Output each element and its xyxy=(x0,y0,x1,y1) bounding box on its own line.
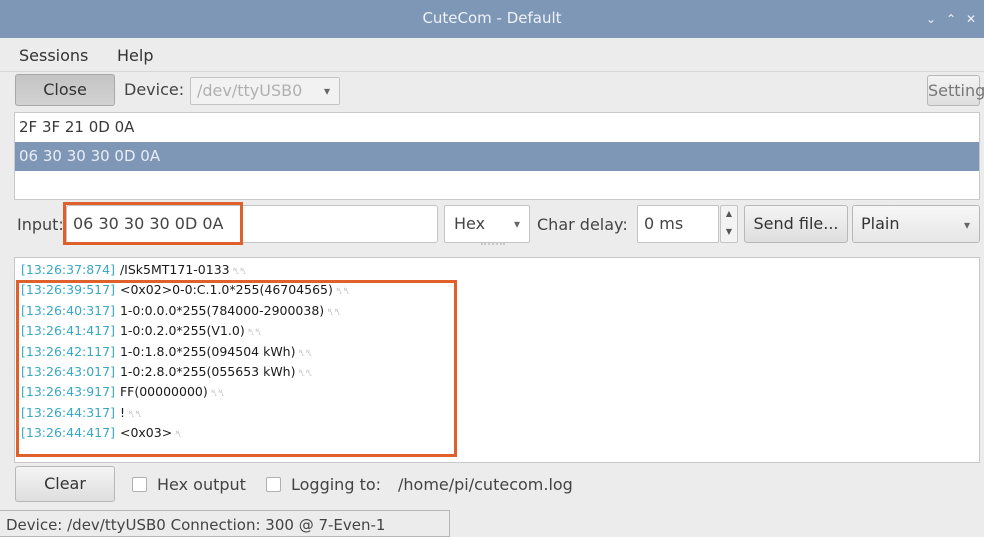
log-line: [13:26:44:317]! ␤␤ xyxy=(21,403,350,423)
log-line: [13:26:44:417] <0x03> ␤ xyxy=(21,423,350,443)
line-end-icon: ␤␤ xyxy=(232,267,248,277)
status-text: Device: /dev/ttyUSB0 Connection: 300 @ 7… xyxy=(6,516,386,534)
line-end-icon: ␤␤ xyxy=(247,328,263,339)
log-message: <0x03> xyxy=(119,425,173,441)
spin-down-icon[interactable]: ▼ xyxy=(721,224,737,242)
log-line: [13:26:43:917] FF(00000000) ␤␤ xyxy=(21,382,350,402)
log-timestamp: [13:26:43:917] xyxy=(21,384,115,400)
log-line: [13:26:39:517] <0x02>0-0:C.1.0*255(467045… xyxy=(21,280,350,300)
log-line: [13:26:41:417] 1-0:0.2.0*255(V1.0) ␤␤ xyxy=(21,321,350,341)
log-file-path: /home/pi/cutecom.log xyxy=(398,475,573,494)
device-select[interactable]: /dev/ttyUSB0 ▾ xyxy=(190,77,340,105)
chevron-down-icon: ▾ xyxy=(513,217,520,231)
format-select[interactable]: Hex ▾ xyxy=(444,205,530,243)
line-end-icon: ␤␤ xyxy=(210,389,226,400)
log-message: 1-0:1.8.0*255(094504 kWh) xyxy=(119,343,296,359)
log-timestamp: [13:26:40:317] xyxy=(21,302,115,318)
line-end-select[interactable]: Plain ▾ xyxy=(852,205,980,243)
clear-button[interactable]: Clear xyxy=(15,466,115,502)
log-message: 1-0:0.2.0*255(V1.0) xyxy=(119,323,245,339)
log-message: 1-0:0.0.0*255(784000-2900038) xyxy=(119,302,325,318)
log-message: /ISk5MT171-0133 xyxy=(119,262,230,277)
device-label: Device: xyxy=(124,80,185,99)
log-line: [13:26:37:874] /ISk5MT171-0133 ␤␤ xyxy=(21,260,350,280)
line-end-icon: ␤␤ xyxy=(298,368,313,379)
status-bar: Device: /dev/ttyUSB0 Connection: 300 @ 7… xyxy=(0,510,450,537)
close-window-icon[interactable]: ✕ xyxy=(962,10,980,28)
splitter-handle[interactable] xyxy=(481,243,505,245)
maximize-icon[interactable]: ⌃ xyxy=(942,10,960,28)
log-message: ! xyxy=(119,404,125,420)
input-label: Input: xyxy=(17,215,64,234)
log-line: [13:26:43:017] 1-0:2.8.0*255(055653 kWh) ␤… xyxy=(21,362,350,382)
line-end-icon: ␤␤ xyxy=(127,409,143,420)
command-history-list[interactable]: 2F 3F 21 0D 0A 06 30 30 30 0D 0A xyxy=(14,112,980,200)
log-timestamp: [13:26:39:517] xyxy=(21,282,115,298)
log-timestamp: [13:26:44:417] xyxy=(21,425,115,441)
history-item[interactable]: 2F 3F 21 0D 0A xyxy=(15,113,979,142)
line-end-value: Plain xyxy=(861,214,900,233)
char-delay-input[interactable]: 0 ms xyxy=(637,205,719,243)
line-end-icon: ␤ xyxy=(175,430,183,441)
output-log[interactable]: [13:26:37:874]/ISk5MT171-0133 ␤␤ [13:26:39… xyxy=(14,257,980,463)
line-end-icon: ␤␤ xyxy=(327,307,342,318)
log-timestamp: [13:26:44:317] xyxy=(21,404,115,420)
input-field[interactable]: 06 30 30 30 0D 0A xyxy=(66,205,438,243)
format-value: Hex xyxy=(454,214,486,233)
menu-sessions[interactable]: Sessions xyxy=(19,46,88,65)
hex-output-checkbox[interactable] xyxy=(132,477,147,492)
char-delay-spinner[interactable]: ▲ ▼ xyxy=(720,205,738,243)
log-line: [13:26:40:317] 1-0:0.0.0*255(784000-29000… xyxy=(21,301,350,321)
settings-button[interactable]: Settings xyxy=(927,75,984,106)
history-item-selected[interactable]: 06 30 30 30 0D 0A xyxy=(15,142,979,171)
chevron-down-icon: ▾ xyxy=(963,218,970,232)
hex-output-label[interactable]: Hex output xyxy=(157,475,246,494)
window-titlebar: CuteCom - Default ⌄ ⌃ ✕ xyxy=(0,0,984,38)
chevron-down-icon: ▾ xyxy=(323,84,330,98)
menu-help[interactable]: Help xyxy=(117,46,153,65)
log-message: FF(00000000) xyxy=(119,384,208,400)
log-message: <0x02>0-0:C.1.0*255(46704565) xyxy=(119,282,333,298)
send-file-button[interactable]: Send file... xyxy=(744,205,848,243)
menu-bar: Sessions Help xyxy=(0,38,984,72)
log-timestamp: [13:26:41:417] xyxy=(21,323,115,339)
log-timestamp: [13:26:42:117] xyxy=(21,343,115,359)
logging-checkbox[interactable] xyxy=(266,477,281,492)
log-line: [13:26:42:117] 1-0:1.8.0*255(094504 kWh) ␤… xyxy=(21,342,350,362)
window-title: CuteCom - Default xyxy=(422,9,562,27)
log-lines: [13:26:37:874]/ISk5MT171-0133 ␤␤ [13:26:39… xyxy=(21,260,350,444)
log-timestamp: [13:26:37:874] xyxy=(21,262,115,277)
spin-up-icon[interactable]: ▲ xyxy=(721,206,737,224)
log-message: 1-0:2.8.0*255(055653 kWh) xyxy=(119,363,296,379)
char-delay-label: Char delay: xyxy=(537,215,628,234)
minimize-icon[interactable]: ⌄ xyxy=(922,10,940,28)
close-button[interactable]: Close xyxy=(15,74,115,106)
logging-label[interactable]: Logging to: xyxy=(291,475,381,494)
line-end-icon: ␤␤ xyxy=(335,287,351,298)
line-end-icon: ␤␤ xyxy=(298,348,313,359)
log-timestamp: [13:26:43:017] xyxy=(21,363,115,379)
device-value: /dev/ttyUSB0 xyxy=(197,81,303,100)
